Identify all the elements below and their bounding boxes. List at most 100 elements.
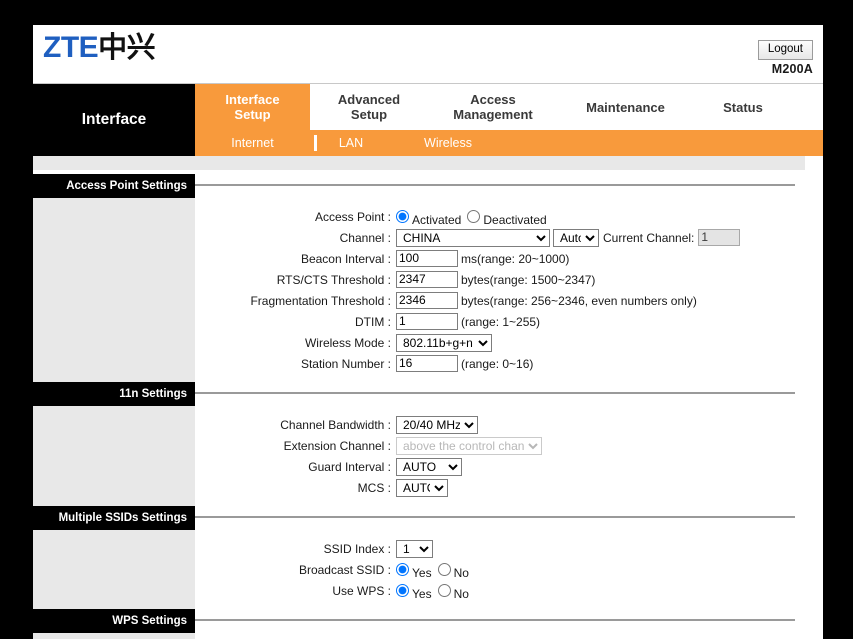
header-right-group: Logout M200A: [757, 39, 813, 76]
section-body-wps: WPS state : Configured WPS mode : PIN co…: [33, 633, 823, 639]
section-rule-11n: [195, 382, 823, 406]
row-ssid-index: SSID Index : 1: [195, 538, 823, 559]
group-beacon-interval: ms(range: 20~1000): [396, 250, 569, 267]
field-dtim[interactable]: [396, 313, 458, 330]
group-mcs: AUTO: [396, 478, 448, 497]
row-station-number: Station Number : (range: 0~16): [195, 353, 823, 374]
row-extension-channel: Extension Channel : above the control ch…: [195, 435, 823, 456]
label-extension-channel: Extension Channel :: [283, 438, 391, 453]
section-title-access-point: Access Point Settings: [33, 174, 195, 198]
section-gutter-11n: [33, 406, 195, 506]
radio-label-deactivated: Deactivated: [483, 213, 547, 227]
hint-station-number: (range: 0~16): [461, 356, 534, 371]
logo-latin-text: ZTE: [43, 31, 99, 64]
select-wireless-mode[interactable]: 802.11b+g+n: [396, 333, 492, 352]
select-guard-interval[interactable]: AUTO: [396, 457, 462, 476]
radio-input-use-wps-no[interactable]: [437, 584, 451, 597]
select-channel-region[interactable]: CHINA: [396, 228, 550, 247]
hint-fragmentation-threshold: bytes(range: 256~2346, even numbers only…: [461, 293, 697, 308]
group-fragmentation-threshold: bytes(range: 256~2346, even numbers only…: [396, 292, 697, 309]
section-rule-wps: [195, 609, 823, 633]
section-fields-11n: Channel Bandwidth : 20/40 MHz Extension …: [195, 406, 823, 506]
section-header-multiple-ssids: Multiple SSIDs Settings: [33, 506, 823, 530]
section-gutter-multiple-ssids: [33, 530, 195, 609]
label-fragmentation-threshold: Fragmentation Threshold :: [250, 293, 391, 308]
row-mcs: MCS : AUTO: [195, 477, 823, 498]
nav-maintenance[interactable]: Maintenance: [558, 84, 693, 130]
nav-advanced-setup-line1: Advanced: [337, 92, 401, 107]
radio-access-point-activated[interactable]: Activated: [396, 210, 462, 227]
label-guard-interval: Guard Interval :: [308, 459, 391, 474]
label-broadcast-ssid: Broadcast SSID :: [298, 562, 391, 577]
radio-label-use-wps-yes: Yes: [412, 587, 432, 601]
radio-input-broadcast-no[interactable]: [437, 563, 451, 576]
nav-interface-setup-line2: Setup: [234, 107, 271, 122]
row-wireless-mode: Wireless Mode : 802.11b+g+n: [195, 332, 823, 353]
row-channel: Channel : CHINA Auto Current Channel:: [195, 227, 823, 248]
nav-interface-setup-line1: Interface: [225, 92, 280, 107]
radio-label-activated: Activated: [412, 213, 462, 227]
label-access-point: Access Point :: [314, 209, 391, 224]
field-station-number[interactable]: [396, 355, 458, 372]
select-ssid-index[interactable]: 1: [396, 539, 433, 558]
group-rts-cts-threshold: bytes(range: 1500~2347): [396, 271, 595, 288]
radio-broadcast-yes[interactable]: Yes: [396, 563, 432, 580]
field-rts-cts-threshold[interactable]: [396, 271, 458, 288]
section-gutter-wps: [33, 633, 195, 639]
select-mcs[interactable]: AUTO: [396, 478, 448, 497]
nav-status[interactable]: Status: [693, 84, 793, 130]
row-broadcast-ssid: Broadcast SSID : Yes No: [195, 559, 823, 580]
section-title-multiple-ssids: Multiple SSIDs Settings: [33, 506, 195, 530]
radio-input-activated[interactable]: [396, 210, 409, 223]
row-use-wps: Use WPS : Yes No: [195, 580, 823, 601]
subnav-lan[interactable]: LAN: [321, 130, 381, 156]
group-dtim: (range: 1~255): [396, 313, 540, 330]
field-beacon-interval[interactable]: [396, 250, 458, 267]
nav-interface-setup[interactable]: Interface Setup: [195, 84, 310, 130]
radio-input-deactivated[interactable]: [467, 210, 481, 223]
group-guard-interval: AUTO: [396, 457, 462, 476]
device-model-label: M200A: [771, 62, 813, 76]
row-dtim: DTIM : (range: 1~255): [195, 311, 823, 332]
section-body-11n: Channel Bandwidth : 20/40 MHz Extension …: [33, 406, 823, 506]
nav-access-management[interactable]: Access Management: [428, 84, 558, 130]
nav-access-management-line2: Management: [453, 107, 533, 122]
section-body-multiple-ssids: SSID Index : 1 Broadcast SSID : Yes No U…: [33, 530, 823, 609]
group-access-point-state: Activated Deactivated: [396, 210, 553, 227]
label-dtim: DTIM :: [355, 314, 391, 329]
group-broadcast-ssid: Yes No: [396, 563, 475, 580]
field-current-channel: [698, 229, 741, 246]
label-beacon-interval: Beacon Interval :: [300, 251, 391, 266]
hint-dtim: (range: 1~255): [461, 314, 541, 329]
group-channel: CHINA Auto Current Channel:: [396, 228, 741, 247]
select-channel-bandwidth[interactable]: 20/40 MHz: [396, 415, 478, 434]
section-header-access-point: Access Point Settings: [33, 174, 823, 198]
logout-button[interactable]: Logout: [757, 40, 813, 60]
nav-advanced-setup[interactable]: Advanced Setup: [310, 84, 428, 130]
radio-access-point-deactivated[interactable]: Deactivated: [467, 210, 547, 227]
radio-broadcast-no[interactable]: No: [437, 563, 469, 579]
section-rule-access-point: [195, 174, 823, 198]
zte-logo: ZTE中兴: [43, 31, 156, 65]
radio-input-use-wps-yes[interactable]: [396, 584, 409, 597]
section-header-11n: 11n Settings: [33, 382, 823, 406]
secondary-nav: Internet LAN Wireless: [195, 130, 823, 156]
subnav-wireless[interactable]: Wireless: [389, 130, 507, 156]
radio-label-broadcast-yes: Yes: [412, 566, 432, 580]
label-rts-cts-threshold: RTS/CTS Threshold :: [276, 272, 391, 287]
hint-rts-cts-threshold: bytes(range: 1500~2347): [461, 272, 596, 287]
row-beacon-interval: Beacon Interval : ms(range: 20~1000): [195, 248, 823, 269]
section-fields-access-point: Access Point : Activated Deactivated Cha…: [195, 198, 823, 382]
subnav-internet[interactable]: Internet: [195, 130, 310, 156]
row-fragmentation-threshold: Fragmentation Threshold : bytes(range: 2…: [195, 290, 823, 311]
radio-use-wps-yes[interactable]: Yes: [396, 584, 432, 601]
primary-nav: Interface Interface Setup Advanced Setup…: [33, 84, 823, 156]
radio-use-wps-no[interactable]: No: [437, 584, 469, 600]
radio-input-broadcast-yes[interactable]: [396, 563, 409, 576]
router-admin-page: ZTE中兴 Logout M200A Interface Interface S…: [33, 25, 823, 639]
hint-beacon-interval: ms(range: 20~1000): [461, 251, 570, 266]
section-header-wps: WPS Settings: [33, 609, 823, 633]
field-fragmentation-threshold[interactable]: [396, 292, 458, 309]
select-channel-number[interactable]: Auto: [553, 228, 599, 247]
section-brand-box: Interface: [33, 84, 195, 156]
